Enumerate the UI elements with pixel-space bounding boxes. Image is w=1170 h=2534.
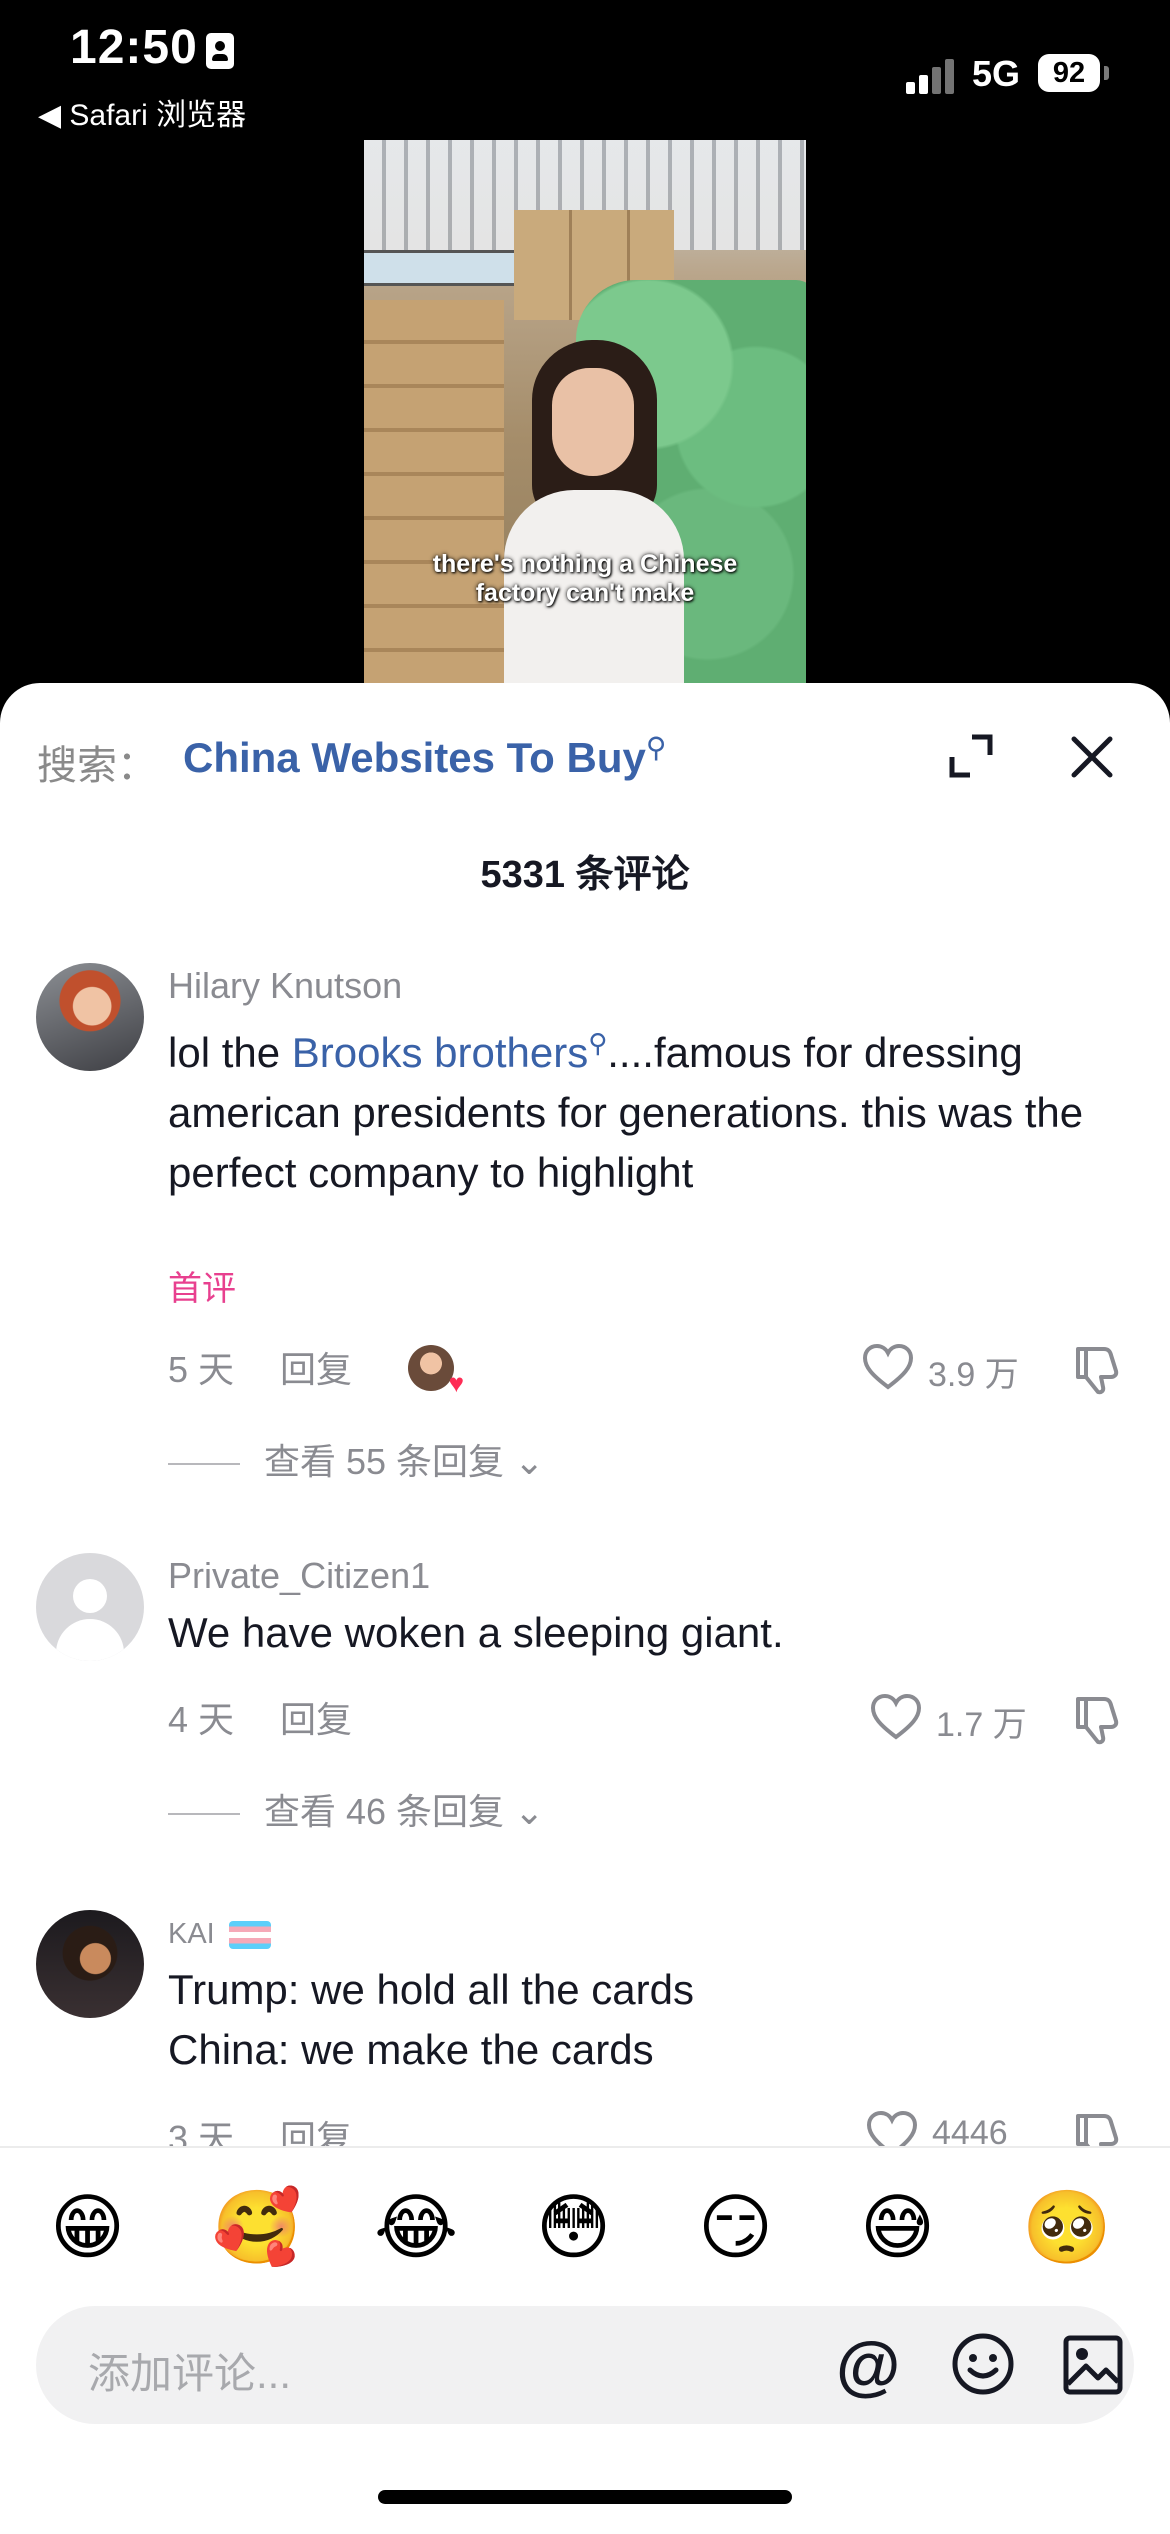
like-count: 3.9 万 (928, 1356, 1019, 1394)
comment-username[interactable]: Hilary Knutson (168, 965, 402, 1007)
heart-icon[interactable] (870, 1693, 922, 1741)
battery-tip (1104, 66, 1109, 80)
comment-username[interactable]: KAI (168, 1918, 271, 1951)
dislike-icon[interactable] (1072, 1693, 1124, 1745)
emoji-grin-button[interactable]: 😁 (50, 2184, 125, 2270)
status-time: 12:50 (70, 21, 198, 74)
reply-button[interactable]: 回复 (280, 1349, 352, 1390)
back-to-safari-link[interactable]: ◀ Safari 浏览器 (38, 90, 246, 134)
video-caption-line1: there's nothing a Chinese (432, 550, 738, 578)
search-icon: ⚲ (645, 732, 667, 763)
comment-item: Hilary Knutson lol the Brooks brothers⚲.… (0, 963, 1170, 1603)
search-suggestion-text: China Websites To Buy (183, 734, 646, 781)
avatar[interactable] (36, 1553, 144, 1661)
cellular-signal-icon (906, 58, 956, 94)
view-replies-button[interactable]: 查看 46 条回复 ⌄ (168, 1783, 544, 1835)
video-caption-line2: factory can't make (475, 579, 695, 607)
comment-input-placeholder: 添加评论... (88, 2350, 292, 2397)
like-count: 1.7 万 (936, 1706, 1027, 1744)
comment-composer: 😁 🥰 😂 😳 😏 😅 🥺 添加评论... @ (0, 2146, 1170, 2534)
avatar[interactable] (36, 1910, 144, 2018)
video-player[interactable]: there's nothing a Chinese factory can't … (364, 140, 806, 685)
emoji-picker-icon[interactable] (951, 2332, 1015, 2396)
search-icon: ⚲ (588, 1028, 608, 1058)
video-presenter (504, 340, 684, 685)
comment-text: Trump: we hold all the cards China: we m… (168, 1960, 1138, 2080)
search-suggestion-link[interactable]: China Websites To Buy⚲ (183, 731, 666, 782)
comment-count: 5331 条评论 (480, 854, 690, 896)
chevron-down-icon: ⌄ (514, 1791, 545, 1832)
status-bar: 12:50 ◀ Safari 浏览器 5G 92 (0, 0, 1170, 140)
comment-meta: 5 天 回复 (168, 1341, 398, 1393)
avatar[interactable] (36, 963, 144, 1071)
emoji-laugh-button[interactable]: 😂 (374, 2184, 458, 2270)
search-label: 搜索： (37, 744, 157, 788)
comment-age: 4 天 (168, 1699, 235, 1740)
video-window (364, 250, 514, 286)
comment-text-line2: China: we make the cards (168, 2026, 654, 2073)
comment-text-line1: Trump: we hold all the cards (168, 1966, 695, 2013)
comment-age: 5 天 (168, 1349, 235, 1390)
view-replies-text: 查看 46 条回复 (264, 1791, 505, 1832)
dislike-icon[interactable] (1072, 1343, 1124, 1395)
comment-text: lol the Brooks brothers⚲....famous for d… (168, 1013, 1138, 1203)
comment-username-text: KAI (168, 1918, 215, 1950)
comment-link-text: Brooks brothers (291, 1029, 589, 1076)
emoji-sweat-smile-button[interactable]: 😅 (860, 2184, 935, 2270)
emoji-flushed-button[interactable]: 😳 (536, 2184, 611, 2270)
video-caption: there's nothing a Chinese factory can't … (364, 550, 806, 608)
comment-text: We have woken a sleeping giant. (168, 1609, 784, 1656)
expand-icon[interactable] (948, 733, 994, 779)
contact-card-icon (206, 33, 234, 69)
comment-meta: 4 天 回复 (168, 1691, 398, 1743)
view-replies-button[interactable]: 查看 55 条回复 ⌄ (168, 1433, 544, 1485)
close-icon[interactable] (1068, 733, 1116, 781)
network-type: 5G (972, 53, 1021, 94)
emoji-pleading-button[interactable]: 🥺 (1022, 2184, 1112, 2270)
battery-icon: 92 (1038, 54, 1100, 92)
image-upload-icon[interactable] (1062, 2334, 1124, 2396)
creator-liked-avatar (408, 1345, 464, 1399)
home-indicator[interactable] (378, 2490, 792, 2504)
video-boxes-left (364, 300, 504, 685)
comment-search-link[interactable]: Brooks brothers⚲ (291, 1028, 608, 1076)
reply-button[interactable]: 回复 (280, 1699, 352, 1740)
replies-divider (168, 1463, 240, 1466)
mention-icon[interactable]: @ (836, 2330, 902, 2400)
emoji-hearts-button[interactable]: 🥰 (212, 2184, 302, 2270)
first-comment-badge: 首评 (168, 1270, 236, 1308)
comment-item: KAI Trump: we hold all the cards China: … (0, 1910, 1170, 2170)
view-replies-text: 查看 55 条回复 (264, 1441, 505, 1482)
heart-icon[interactable] (862, 1343, 914, 1391)
comment-username[interactable]: Private_Citizen1 (168, 1555, 430, 1597)
emoji-smirk-button[interactable]: 😏 (698, 2184, 773, 2270)
replies-divider (168, 1813, 240, 1816)
comment-input[interactable]: 添加评论... @ (36, 2306, 1134, 2424)
trans-flag-icon (228, 1921, 271, 1950)
chevron-down-icon: ⌄ (514, 1441, 545, 1482)
comment-text-before: lol the (168, 1029, 292, 1076)
comment-item: Private_Citizen1 We have woken a sleepin… (0, 1553, 1170, 1873)
